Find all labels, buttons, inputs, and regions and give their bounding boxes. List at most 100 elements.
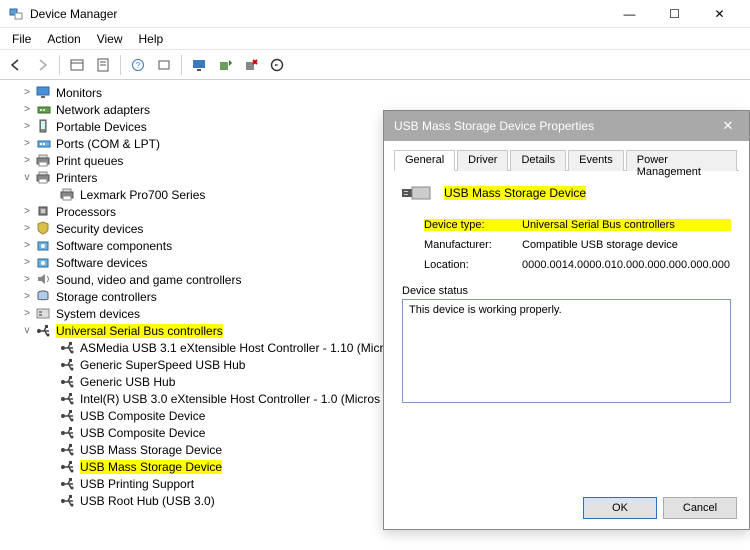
tab-details[interactable]: Details — [510, 150, 566, 171]
location-label: Location: — [424, 259, 522, 271]
toolbar-separator — [59, 55, 60, 75]
expander-icon[interactable]: > — [20, 274, 34, 285]
properties-button[interactable] — [91, 53, 115, 77]
device-icon — [36, 306, 52, 322]
monitor-icon-button[interactable] — [187, 53, 211, 77]
tree-item-label: Ports (COM & LPT) — [56, 137, 160, 151]
tab-driver[interactable]: Driver — [457, 150, 508, 171]
tree-item-label: Processors — [56, 205, 116, 219]
device-status-box[interactable]: This device is working properly. — [402, 299, 731, 403]
device-icon — [36, 204, 52, 220]
dialog-close-button[interactable]: ✕ — [707, 111, 749, 141]
device-icon — [36, 238, 52, 254]
device-icon — [36, 272, 52, 288]
device-icon — [60, 425, 76, 441]
update-driver-button[interactable] — [213, 53, 237, 77]
expander-icon[interactable]: v — [20, 172, 34, 183]
toolbar-separator — [181, 55, 182, 75]
menu-help[interactable]: Help — [131, 30, 172, 48]
scan-button[interactable] — [152, 53, 176, 77]
tree-item-label: Generic USB Hub — [80, 375, 175, 389]
tree-item-label: Universal Serial Bus controllers — [56, 324, 223, 338]
expander-icon[interactable]: > — [20, 104, 34, 115]
close-button[interactable]: ✕ — [697, 0, 742, 28]
device-icon — [60, 408, 76, 424]
menu-action[interactable]: Action — [39, 30, 88, 48]
tree-item-label: USB Composite Device — [80, 409, 205, 423]
toolbar: ? — [0, 50, 750, 80]
device-icon — [36, 153, 52, 169]
tree-item-label: System devices — [56, 307, 140, 321]
device-icon — [36, 323, 52, 339]
tree-item[interactable]: > Monitors — [20, 84, 750, 101]
manufacturer-value: Compatible USB storage device — [522, 239, 731, 251]
menu-file[interactable]: File — [4, 30, 39, 48]
expander-icon[interactable]: > — [20, 257, 34, 268]
tree-item-label: Monitors — [56, 86, 102, 100]
svg-text:?: ? — [136, 61, 141, 70]
device-icon — [36, 289, 52, 305]
tab-power-management[interactable]: Power Management — [626, 150, 737, 171]
tab-general[interactable]: General — [394, 150, 455, 171]
tree-item-label: Network adapters — [56, 103, 150, 117]
minimize-button[interactable]: — — [607, 0, 652, 28]
device-icon — [60, 459, 76, 475]
device-icon — [60, 357, 76, 373]
dialog-titlebar: USB Mass Storage Device Properties ✕ — [384, 111, 749, 141]
app-icon — [8, 6, 24, 22]
device-icon — [36, 136, 52, 152]
device-icon — [60, 187, 76, 203]
usb-device-icon — [402, 181, 434, 205]
expander-icon[interactable]: > — [20, 240, 34, 251]
expander-icon[interactable]: > — [20, 308, 34, 319]
device-type-value: Universal Serial Bus controllers — [522, 219, 731, 231]
dialog-title: USB Mass Storage Device Properties — [394, 119, 707, 133]
tree-item-label: Software components — [56, 239, 172, 253]
device-type-label: Device type: — [424, 219, 522, 231]
tree-item-label: Print queues — [56, 154, 123, 168]
device-icon — [36, 119, 52, 135]
menubar: File Action View Help — [0, 28, 750, 50]
show-hidden-button[interactable] — [65, 53, 89, 77]
expander-icon[interactable]: > — [20, 121, 34, 132]
tree-item-label: Security devices — [56, 222, 143, 236]
device-icon — [36, 221, 52, 237]
expander-icon[interactable]: > — [20, 291, 34, 302]
titlebar: Device Manager — ☐ ✕ — [0, 0, 750, 28]
expander-icon[interactable]: > — [20, 206, 34, 217]
maximize-button[interactable]: ☐ — [652, 0, 697, 28]
ok-button[interactable]: OK — [583, 497, 657, 519]
device-icon — [60, 442, 76, 458]
device-icon — [60, 374, 76, 390]
expander-icon[interactable]: > — [20, 87, 34, 98]
location-value: 0000.0014.0000.010.000.000.000.000.000 — [522, 259, 731, 271]
help-button[interactable]: ? — [126, 53, 150, 77]
expander-icon[interactable]: > — [20, 155, 34, 166]
device-name: USB Mass Storage Device — [444, 186, 586, 200]
window-title: Device Manager — [30, 7, 607, 21]
expander-icon[interactable]: > — [20, 223, 34, 234]
uninstall-button[interactable] — [239, 53, 263, 77]
tree-item-label: Intel(R) USB 3.0 eXtensible Host Control… — [80, 392, 380, 406]
back-button[interactable] — [4, 53, 28, 77]
forward-button[interactable] — [30, 53, 54, 77]
expander-icon[interactable]: > — [20, 138, 34, 149]
tree-item-label: Lexmark Pro700 Series — [80, 188, 205, 202]
menu-view[interactable]: View — [89, 30, 131, 48]
tree-item-label: Generic SuperSpeed USB Hub — [80, 358, 245, 372]
device-icon — [36, 170, 52, 186]
tree-item-label: Software devices — [56, 256, 147, 270]
tree-item-label: USB Printing Support — [80, 477, 194, 491]
device-status-label: Device status — [402, 285, 731, 297]
device-icon — [60, 391, 76, 407]
expander-icon[interactable]: v — [20, 325, 34, 336]
tab-events[interactable]: Events — [568, 150, 624, 171]
device-icon — [60, 476, 76, 492]
tree-item-label: ASMedia USB 3.1 eXtensible Host Controll… — [80, 341, 383, 355]
tree-item-label: Printers — [56, 171, 97, 185]
tree-item-label: USB Mass Storage Device — [80, 443, 222, 457]
disable-button[interactable] — [265, 53, 289, 77]
cancel-button[interactable]: Cancel — [663, 497, 737, 519]
device-icon — [36, 255, 52, 271]
device-icon — [36, 102, 52, 118]
